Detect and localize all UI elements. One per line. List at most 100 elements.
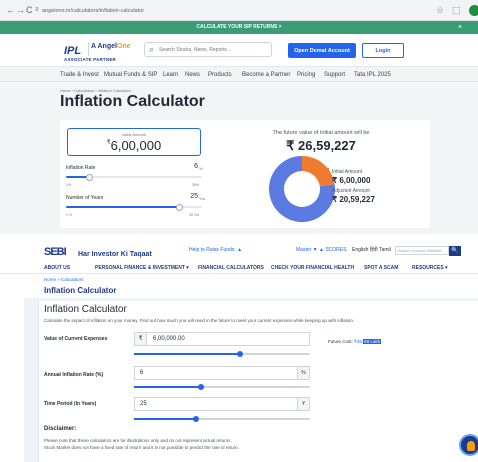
nav-news[interactable]: News (185, 71, 200, 79)
annual-inflation-label: Annual Inflation Rate (%) (44, 372, 104, 378)
future-cost-label: Future Cost: (328, 339, 353, 344)
annual-inflation-slider-fill (134, 386, 201, 388)
initial-amount-label: Initial Amount (121, 132, 146, 137)
sebi-logo[interactable]: SEBI (44, 247, 67, 258)
future-value-amount: ₹ 26,59,227 (286, 138, 356, 153)
future-cost-value: 59 Lakh (363, 339, 382, 344)
nav-support[interactable]: Support (324, 71, 345, 79)
sebi-description: Calculate the impact of inflation on you… (44, 318, 355, 323)
time-period-slider[interactable] (134, 416, 310, 422)
nav-about-us[interactable]: ABOUT US (44, 265, 70, 271)
back-icon[interactable]: ← (6, 5, 15, 16)
nav-financial-health[interactable]: CHECK YOUR FINANCIAL HEALTH (271, 265, 354, 271)
reload-icon[interactable]: C (26, 5, 33, 16)
inflation-rate-value[interactable]: 6 (180, 163, 198, 170)
close-icon[interactable]: × (458, 21, 462, 34)
time-period-value[interactable]: 25 (140, 401, 147, 407)
nav-resources[interactable]: RESOURCES ▾ (412, 265, 448, 271)
nav-personal-finance[interactable]: PERSONAL FINANCE & INVESTMENT ▾ (95, 265, 189, 271)
nav-trade-invest[interactable]: Trade & Invest (60, 71, 99, 79)
browser-toolbar: ← → C ≡ angelone.in/calculators/inflatio… (0, 0, 478, 21)
bookmark-star-icon[interactable]: ☆ (436, 5, 444, 16)
main-nav: Trade & Invest Mutual Funds & SIP Learn … (0, 66, 478, 82)
nav-pricing[interactable]: Pricing (297, 71, 315, 79)
nav-tata-ipl[interactable]: Tata IPL 2025 (354, 71, 391, 79)
disclaimer-line-1: Please note that these calculators are f… (44, 438, 232, 443)
promo-banner[interactable]: CALCULATE YOUR SIP RETURNS > × (0, 21, 478, 34)
angel-one-logo[interactable]: A AngelOne (91, 43, 131, 50)
nav-products[interactable]: Products (208, 71, 232, 79)
search-icon: ⌕ (149, 44, 155, 54)
address-bar[interactable]: angelone.in/calculators/inflation-calcul… (42, 5, 422, 17)
inflation-rate-slider[interactable] (66, 174, 202, 181)
initial-legend-label: Initial Amount (332, 169, 363, 175)
search-input[interactable] (159, 45, 269, 55)
chatbot-avatar-icon (467, 441, 475, 451)
years-slider-fill (66, 206, 179, 208)
years-max-label: 30 Yrs (189, 213, 200, 217)
future-value-text: The future value of Initial amount will … (272, 130, 370, 136)
inflation-rate-label: Inflation Rate (66, 165, 96, 171)
current-expenses-field[interactable]: ₹ 6,00,000.00 (134, 332, 310, 346)
time-period-field[interactable]: 25 Y (134, 397, 310, 411)
sebi-breadcrumb[interactable]: Home » Calculators (44, 277, 84, 282)
current-expenses-slider-fill (134, 353, 240, 355)
extensions-icon[interactable]: ⬚ (452, 5, 461, 16)
forward-icon[interactable]: → (16, 5, 25, 16)
current-expenses-slider-thumb[interactable] (236, 351, 243, 357)
nav-spot-a-scam[interactable]: SPOT A SCAM (364, 265, 398, 271)
inflation-rate-unit: % (199, 166, 203, 171)
years-suffix: Y (297, 398, 309, 410)
percent-suffix: % (297, 367, 309, 379)
inflation-max-label: 30% (192, 183, 200, 187)
promo-text[interactable]: CALCULATE YOUR SIP RETURNS > (196, 24, 281, 30)
profile-avatar[interactable] (469, 5, 478, 16)
open-demat-button[interactable]: Open Demat Account (288, 43, 356, 58)
brand-angel: Angel (97, 43, 117, 50)
header-tools[interactable]: Master ▼ ▲ SCORES (296, 247, 346, 253)
logo-divider (88, 42, 89, 56)
chatbot-button[interactable] (459, 434, 478, 456)
nav-learn[interactable]: Learn (163, 71, 178, 79)
initial-amount-field[interactable]: Initial Amount ₹6,00,000 (67, 128, 201, 156)
sebi-page-title: Inflation Calculator (44, 286, 117, 295)
login-button[interactable]: Login (362, 43, 404, 58)
initial-amount-number[interactable]: 6,00,000 (111, 138, 162, 153)
years-value[interactable]: 25 (180, 193, 198, 200)
associate-partner-label: ASSOCIATE PARTNER (64, 57, 116, 62)
page-title: Inflation Calculator (60, 93, 205, 110)
rupee-symbol: ₹ (106, 140, 111, 146)
sebi-search-input[interactable]: Search Investor Website (395, 246, 449, 255)
site-info-icon[interactable]: ≡ (35, 5, 39, 16)
sebi-nav: ABOUT US PERSONAL FINANCE & INVESTMENT ▾… (0, 262, 478, 274)
years-min-label: 1 Yr (66, 213, 73, 217)
years-slider[interactable] (66, 204, 202, 211)
current-expenses-slider[interactable] (134, 351, 310, 357)
initial-legend-marker (327, 168, 329, 186)
annual-inflation-field[interactable]: 6 % (134, 366, 310, 380)
nav-financial-calculators[interactable]: FINANCIAL CALCULATORS (198, 265, 264, 271)
language-switcher[interactable]: English हिंदी Tamil (352, 247, 391, 253)
sebi-search-button[interactable]: 🔍 (449, 246, 461, 256)
annual-inflation-slider-thumb[interactable] (197, 384, 204, 390)
years-unit: Yrs (199, 196, 205, 201)
annual-inflation-value[interactable]: 6 (140, 370, 143, 376)
adjusted-legend-value: ₹ 20,59,227 (332, 195, 375, 204)
years-slider-thumb[interactable] (175, 204, 183, 211)
sebi-card-title: Inflation Calculator (44, 304, 127, 315)
search-box[interactable]: ⌕ (144, 42, 272, 57)
current-expenses-value[interactable]: 6,00,000.00 (153, 336, 185, 342)
time-period-slider-thumb[interactable] (192, 416, 199, 422)
help-raise-funds-link[interactable]: Help to Raise Funds: ▲ (189, 247, 242, 253)
time-period-label: Time Period (In Years) (44, 401, 97, 407)
initial-amount-value[interactable]: ₹6,00,000 (68, 138, 200, 153)
disclaimer-heading: Disclaimer: (44, 426, 77, 432)
annual-inflation-slider[interactable] (134, 384, 310, 390)
time-period-slider-fill (134, 418, 196, 420)
nav-mutual-funds[interactable]: Mutual Funds & SIP (104, 71, 157, 79)
nav-become-partner[interactable]: Become a Partner (242, 71, 290, 79)
brand-one: One (116, 43, 131, 50)
rupee-prefix: ₹ (135, 333, 147, 345)
disclaimer-line-2: Stock Market does not have a fixed rate … (44, 445, 239, 450)
ipl-logo-text: IPL (64, 45, 82, 57)
